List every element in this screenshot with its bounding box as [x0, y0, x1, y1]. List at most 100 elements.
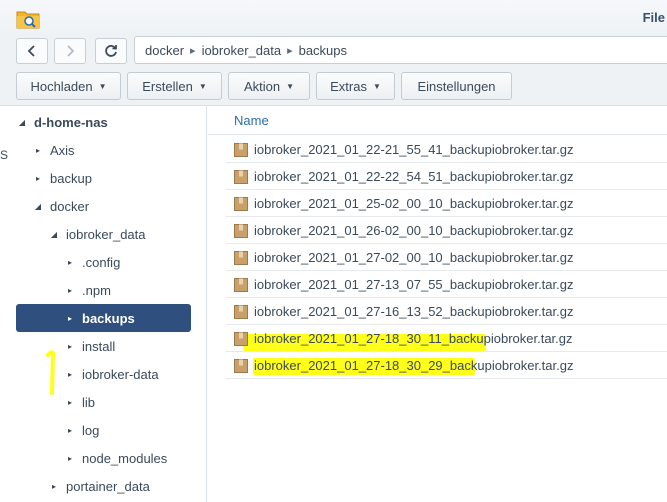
archive-icon: [234, 196, 248, 211]
file-row[interactable]: iobroker_2021_01_25-02_00_10_backupiobro…: [226, 190, 667, 217]
breadcrumb-item-iobroker-data[interactable]: iobroker_data: [202, 43, 282, 58]
settings-button[interactable]: Einstellungen: [401, 72, 512, 100]
action-button[interactable]: Aktion ▼: [228, 72, 310, 100]
tree-item-d-home-nas[interactable]: ◢ d-home-nas: [0, 108, 207, 136]
archive-icon: [234, 223, 248, 238]
chevron-right-icon: [67, 45, 75, 57]
archive-icon: [234, 250, 248, 265]
settings-button-label: Einstellungen: [417, 78, 496, 94]
archive-icon: [234, 304, 248, 319]
tree-item-log[interactable]: ▸ log: [0, 416, 207, 444]
archive-icon: [234, 169, 248, 184]
tree-item-node-modules[interactable]: ▸ node_modules: [0, 444, 207, 472]
archive-icon: [234, 277, 248, 292]
refresh-icon: [105, 45, 117, 57]
title-bar: [0, 0, 667, 36]
collapsed-arrow-icon[interactable]: ▸: [64, 258, 76, 267]
caret-down-icon: ▼: [372, 81, 381, 91]
archive-icon: [234, 331, 248, 346]
file-name: iobroker_2021_01_27-16_13_52_backupiobro…: [254, 303, 574, 319]
breadcrumb-separator-icon: ▸: [287, 44, 293, 57]
back-button[interactable]: [16, 38, 48, 64]
file-name: iobroker_2021_01_27-18_30_11_backupiobro…: [254, 330, 573, 346]
tree-item-label: install: [82, 338, 116, 354]
file-name: iobroker_2021_01_25-02_00_10_backupiobro…: [254, 195, 574, 211]
collapsed-arrow-icon[interactable]: ▸: [64, 398, 76, 407]
tree-item-backups[interactable]: ▸ backups: [16, 304, 191, 332]
archive-icon: [234, 358, 248, 373]
extras-button[interactable]: Extras ▼: [316, 72, 395, 100]
breadcrumb-separator-icon: ▸: [190, 44, 196, 57]
tree-item-portainer-data[interactable]: ▸ portainer_data: [0, 472, 207, 500]
tree-item-label: d-home-nas: [34, 114, 108, 130]
caret-down-icon: ▼: [286, 81, 295, 91]
collapsed-arrow-icon[interactable]: ▸: [64, 342, 76, 351]
refresh-button[interactable]: [95, 38, 127, 64]
file-row[interactable]: iobroker_2021_01_27-16_13_52_backupiobro…: [226, 298, 667, 325]
expanded-arrow-icon[interactable]: ◢: [32, 202, 44, 211]
tree-item-label: backups: [82, 310, 135, 326]
file-row[interactable]: iobroker_2021_01_26-02_00_10_backupiobro…: [226, 217, 667, 244]
file-row[interactable]: iobroker_2021_01_27-13_07_55_backupiobro…: [226, 271, 667, 298]
tree-item-docker[interactable]: ◢ docker: [0, 192, 207, 220]
tree-item-label: node_modules: [82, 450, 168, 466]
file-row[interactable]: iobroker_2021_01_27-18_30_11_backupiobro…: [226, 325, 667, 352]
chevron-left-icon: [27, 45, 35, 57]
collapsed-arrow-icon[interactable]: ▸: [64, 314, 76, 323]
tree-item-iobroker-data[interactable]: ◢ iobroker_data: [0, 220, 207, 248]
tree-item-backup[interactable]: ▸ backup: [0, 164, 207, 192]
caret-down-icon: ▼: [98, 81, 107, 91]
file-station-icon: [16, 11, 40, 29]
collapsed-arrow-icon[interactable]: ▸: [48, 482, 60, 491]
expanded-arrow-icon[interactable]: ◢: [16, 118, 28, 127]
collapsed-arrow-icon[interactable]: ▸: [64, 426, 76, 435]
collapsed-arrow-icon[interactable]: ▸: [32, 146, 44, 155]
file-row[interactable]: iobroker_2021_01_27-02_00_10_backupiobro…: [226, 244, 667, 271]
tree-item-config[interactable]: ▸ .config: [0, 248, 207, 276]
archive-icon: [234, 142, 248, 157]
column-header-name[interactable]: Name: [208, 107, 667, 135]
tree-item-label: .config: [82, 254, 121, 270]
breadcrumb-item-docker[interactable]: docker: [145, 43, 184, 58]
extras-button-label: Extras: [330, 78, 367, 94]
tree-item-label: iobroker_data: [66, 226, 146, 242]
upload-button[interactable]: Hochladen ▼: [16, 72, 121, 100]
breadcrumb[interactable]: docker ▸ iobroker_data ▸ backups: [134, 36, 667, 64]
tree-item-iobroker-data-sub[interactable]: ▸ iobroker-data: [0, 360, 207, 388]
create-button-label: Erstellen: [142, 78, 193, 94]
file-name: iobroker_2021_01_22-21_55_41_backupiobro…: [254, 141, 574, 157]
upload-button-label: Hochladen: [30, 78, 93, 94]
tree-item-label: portainer_data: [66, 478, 150, 494]
tree-item-label: .npm: [82, 282, 111, 298]
tree-item-label: backup: [50, 170, 92, 186]
expanded-arrow-icon[interactable]: ◢: [48, 230, 60, 239]
file-name: iobroker_2021_01_26-02_00_10_backupiobro…: [254, 222, 574, 238]
collapsed-arrow-icon[interactable]: ▸: [64, 454, 76, 463]
tree-item-install[interactable]: ▸ install: [0, 332, 207, 360]
file-name: iobroker_2021_01_27-18_30_29_backupiobro…: [254, 357, 574, 373]
file-name: iobroker_2021_01_27-13_07_55_backupiobro…: [254, 276, 574, 292]
tree-item-label: log: [82, 422, 100, 438]
window-title: File: [642, 10, 665, 25]
breadcrumb-item-backups[interactable]: backups: [299, 43, 347, 58]
file-row[interactable]: iobroker_2021_01_27-18_30_29_backupiobro…: [226, 352, 667, 379]
file-row[interactable]: iobroker_2021_01_22-21_55_41_backupiobro…: [226, 136, 667, 163]
tree-item-npm[interactable]: ▸ .npm: [0, 276, 207, 304]
yellow-annotation-mark: [46, 350, 56, 395]
tree-item-lib[interactable]: ▸ lib: [0, 388, 207, 416]
collapsed-arrow-icon[interactable]: ▸: [64, 370, 76, 379]
file-name: iobroker_2021_01_22-22_54_51_backupiobro…: [254, 168, 574, 184]
caret-down-icon: ▼: [198, 81, 207, 91]
tree-item-axis[interactable]: ▸ Axis: [0, 136, 207, 164]
create-button[interactable]: Erstellen ▼: [127, 72, 222, 100]
forward-button[interactable]: [54, 38, 86, 64]
collapsed-arrow-icon[interactable]: ▸: [64, 286, 76, 295]
tree-item-label: docker: [50, 198, 90, 214]
action-button-label: Aktion: [243, 78, 281, 94]
file-row[interactable]: iobroker_2021_01_22-22_54_51_backupiobro…: [226, 163, 667, 190]
tree-item-label: Axis: [50, 142, 75, 158]
collapsed-arrow-icon[interactable]: ▸: [32, 174, 44, 183]
tree-item-label: iobroker-data: [82, 366, 159, 382]
tree-item-label: lib: [82, 394, 96, 410]
file-name: iobroker_2021_01_27-02_00_10_backupiobro…: [254, 249, 574, 265]
